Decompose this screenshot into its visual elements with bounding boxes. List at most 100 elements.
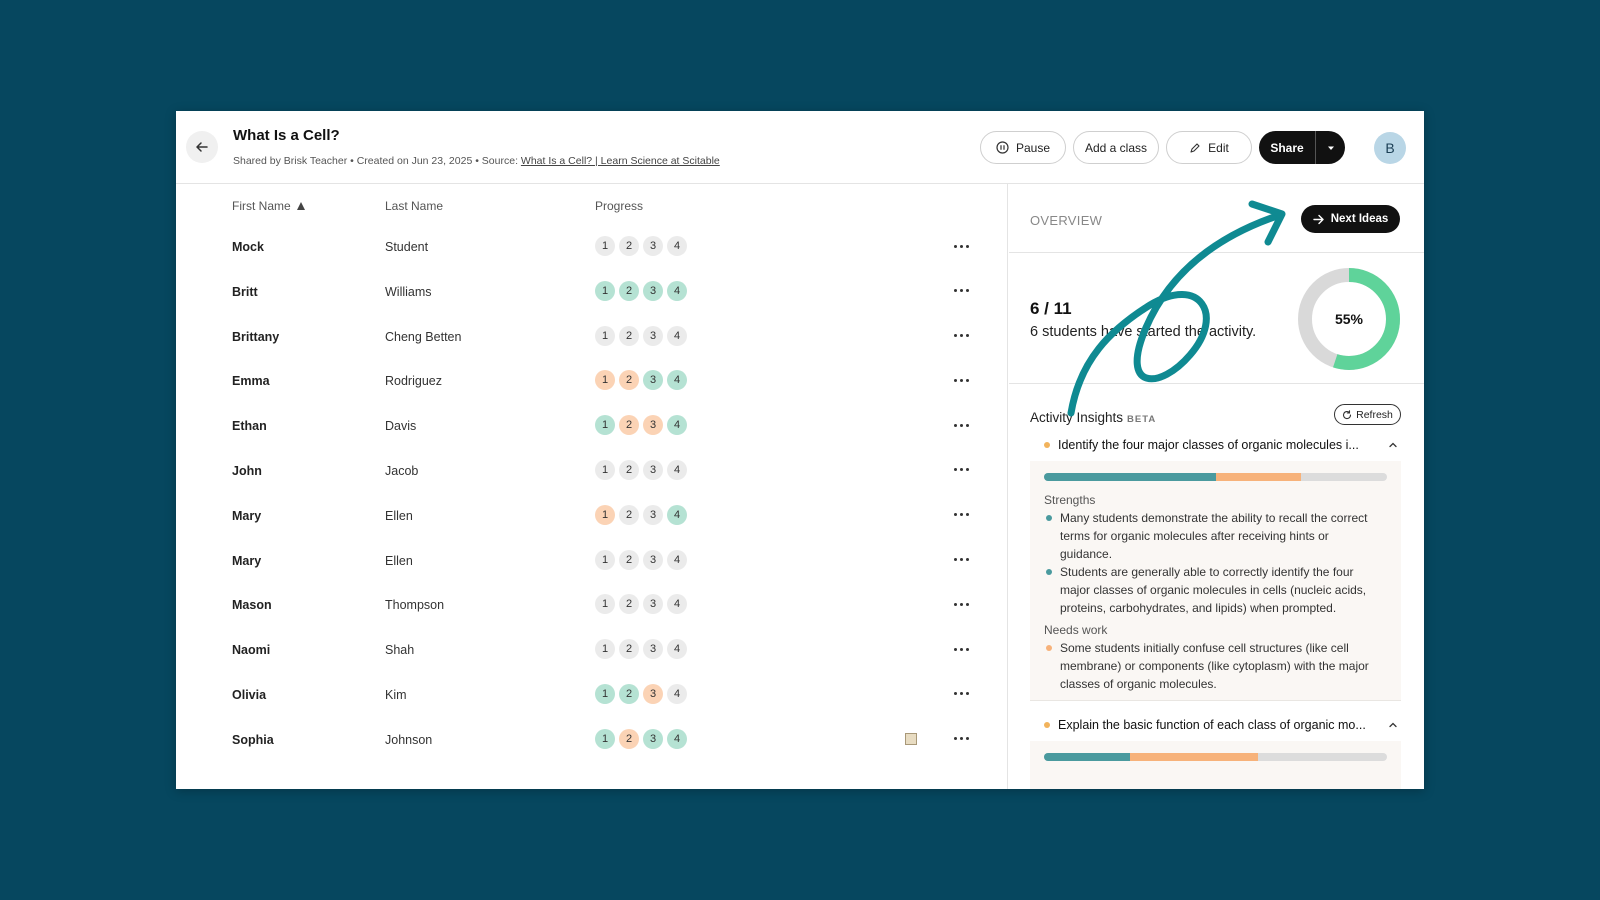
progress-step[interactable]: 3	[643, 370, 663, 391]
add-class-button[interactable]: Add a class	[1073, 131, 1159, 164]
more-options-icon[interactable]	[948, 413, 974, 437]
progress-steps: 1234	[595, 415, 687, 436]
progress-step[interactable]: 2	[619, 370, 639, 391]
insight-item-header[interactable]: Explain the basic function of each class…	[1030, 710, 1401, 740]
more-options-icon[interactable]	[948, 234, 974, 258]
more-options-icon[interactable]	[948, 592, 974, 616]
insight-item-header[interactable]: Identify the four major classes of organ…	[1030, 430, 1401, 460]
last-name-cell: Student	[385, 240, 429, 254]
progress-step[interactable]: 2	[619, 639, 639, 660]
progress-step[interactable]: 3	[643, 415, 663, 436]
progress-step[interactable]: 2	[619, 415, 639, 436]
progress-step[interactable]: 1	[595, 325, 615, 346]
progress-step[interactable]: 4	[667, 459, 687, 480]
progress-step[interactable]: 1	[595, 594, 615, 615]
user-avatar[interactable]: B	[1374, 132, 1406, 164]
progress-step[interactable]: 3	[643, 459, 663, 480]
more-options-icon[interactable]	[948, 368, 974, 392]
edit-button[interactable]: Edit	[1166, 131, 1252, 164]
progress-step[interactable]: 1	[595, 280, 615, 301]
next-ideas-button[interactable]: Next Ideas	[1301, 205, 1400, 233]
column-last-name[interactable]: Last Name	[385, 199, 443, 213]
progress-step[interactable]: 1	[595, 236, 615, 256]
progress-step[interactable]: 2	[619, 594, 639, 615]
progress-step[interactable]: 1	[595, 370, 615, 391]
progress-step[interactable]: 2	[619, 549, 639, 570]
progress-step[interactable]: 4	[667, 280, 687, 301]
table-row[interactable]: Mary Ellen 1 2 3 4	[176, 493, 1008, 538]
progress-step[interactable]: 4	[667, 325, 687, 346]
more-options-icon[interactable]	[948, 324, 974, 348]
progress-step[interactable]: 1	[595, 459, 615, 480]
caret-down-icon	[1327, 146, 1334, 150]
student-table: First Name Last Name Progress Mock Studen…	[176, 184, 1008, 789]
progress-step[interactable]: 1	[595, 415, 615, 436]
more-options-icon[interactable]	[948, 279, 974, 303]
refresh-button[interactable]: Refresh	[1334, 404, 1401, 425]
progress-step[interactable]: 3	[643, 639, 663, 660]
app-window: What Is a Cell? Shared by Brisk Teacher …	[176, 111, 1424, 789]
first-name-cell: Mary	[232, 508, 262, 523]
progress-step[interactable]: 3	[643, 728, 663, 749]
bullet-dot	[1046, 645, 1052, 651]
progress-step[interactable]: 4	[667, 415, 687, 436]
back-button[interactable]	[186, 131, 218, 163]
pause-label: Pause	[1015, 140, 1051, 155]
table-row[interactable]: Emma Rodriguez 1 2 3 4	[176, 358, 1008, 403]
column-first-name[interactable]: First Name	[232, 199, 305, 213]
progress-step[interactable]: 4	[667, 683, 687, 704]
progress-step[interactable]: 2	[619, 728, 639, 749]
progress-step[interactable]: 3	[643, 549, 663, 570]
more-options-icon[interactable]	[948, 637, 974, 661]
progress-step[interactable]: 3	[643, 280, 663, 301]
progress-step[interactable]: 4	[667, 639, 687, 660]
progress-step[interactable]: 1	[595, 728, 615, 749]
more-options-icon[interactable]	[948, 727, 974, 751]
progress-step[interactable]: 2	[619, 325, 639, 346]
insight-progress-bar	[1044, 753, 1387, 761]
pause-button[interactable]: Pause	[980, 131, 1066, 164]
progress-step[interactable]: 4	[667, 370, 687, 391]
more-options-icon[interactable]	[948, 548, 974, 572]
note-icon[interactable]	[905, 732, 917, 745]
progress-step[interactable]: 3	[643, 325, 663, 346]
progress-step[interactable]: 2	[619, 280, 639, 301]
progress-step[interactable]: 4	[667, 504, 687, 525]
table-row[interactable]: Naomi Shah 1 2 3 4	[176, 627, 1008, 672]
progress-steps: 1234	[595, 236, 687, 256]
first-name-cell: Britt	[232, 284, 258, 299]
more-options-icon[interactable]	[948, 503, 974, 527]
table-row[interactable]: Mary Ellen 1 2 3 4	[176, 538, 1008, 583]
table-row[interactable]: Mock Student 1 2 3 4	[176, 224, 1008, 269]
progress-step[interactable]: 3	[643, 683, 663, 704]
progress-step[interactable]: 4	[667, 549, 687, 570]
table-row[interactable]: Olivia Kim 1 2 3 4	[176, 672, 1008, 717]
progress-step[interactable]: 3	[643, 236, 663, 256]
more-options-icon[interactable]	[948, 682, 974, 706]
table-row[interactable]: Sophia Johnson 1 2 3 4	[176, 717, 1008, 762]
table-row[interactable]: Brittany Cheng Betten 1 2 3 4	[176, 314, 1008, 359]
progress-step[interactable]: 2	[619, 683, 639, 704]
progress-step[interactable]: 1	[595, 683, 615, 704]
progress-step[interactable]: 4	[667, 728, 687, 749]
progress-step[interactable]: 1	[595, 549, 615, 570]
progress-step[interactable]: 1	[595, 504, 615, 525]
progress-step[interactable]: 4	[667, 236, 687, 256]
table-row[interactable]: Ethan Davis 1 2 3 4	[176, 403, 1008, 448]
progress-step[interactable]: 4	[667, 594, 687, 615]
table-row[interactable]: Mason Thompson 1 2 3 4	[176, 582, 1008, 627]
share-options-button[interactable]	[1315, 131, 1345, 164]
table-row[interactable]: Britt Williams 1 2 3 4	[176, 269, 1008, 314]
table-row[interactable]: John Jacob 1 2 3 4	[176, 448, 1008, 493]
source-link[interactable]: What Is a Cell? | Learn Science at Scita…	[521, 155, 720, 167]
progress-step[interactable]: 2	[619, 459, 639, 480]
more-options-icon[interactable]	[948, 458, 974, 482]
progress-step[interactable]: 3	[643, 504, 663, 525]
progress-step[interactable]: 3	[643, 594, 663, 615]
overview-panel: OVERVIEW Next Ideas 6 / 11 6 students ha…	[1009, 184, 1424, 789]
share-button[interactable]: Share	[1259, 131, 1315, 164]
strength-item: Students are generally able to correctly…	[1044, 563, 1384, 617]
progress-step[interactable]: 2	[619, 504, 639, 525]
progress-step[interactable]: 2	[619, 236, 639, 256]
progress-step[interactable]: 1	[595, 639, 615, 660]
